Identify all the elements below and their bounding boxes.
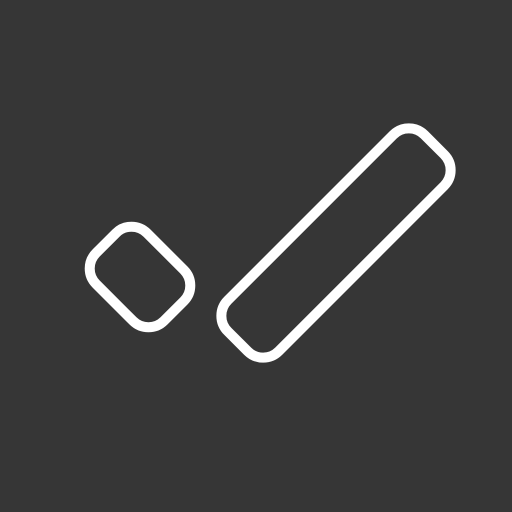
- check-short-stroke: [84, 221, 196, 333]
- icon-canvas: [0, 0, 512, 512]
- check-long-stroke: [216, 123, 456, 363]
- check-mark-outline-icon: [84, 123, 456, 363]
